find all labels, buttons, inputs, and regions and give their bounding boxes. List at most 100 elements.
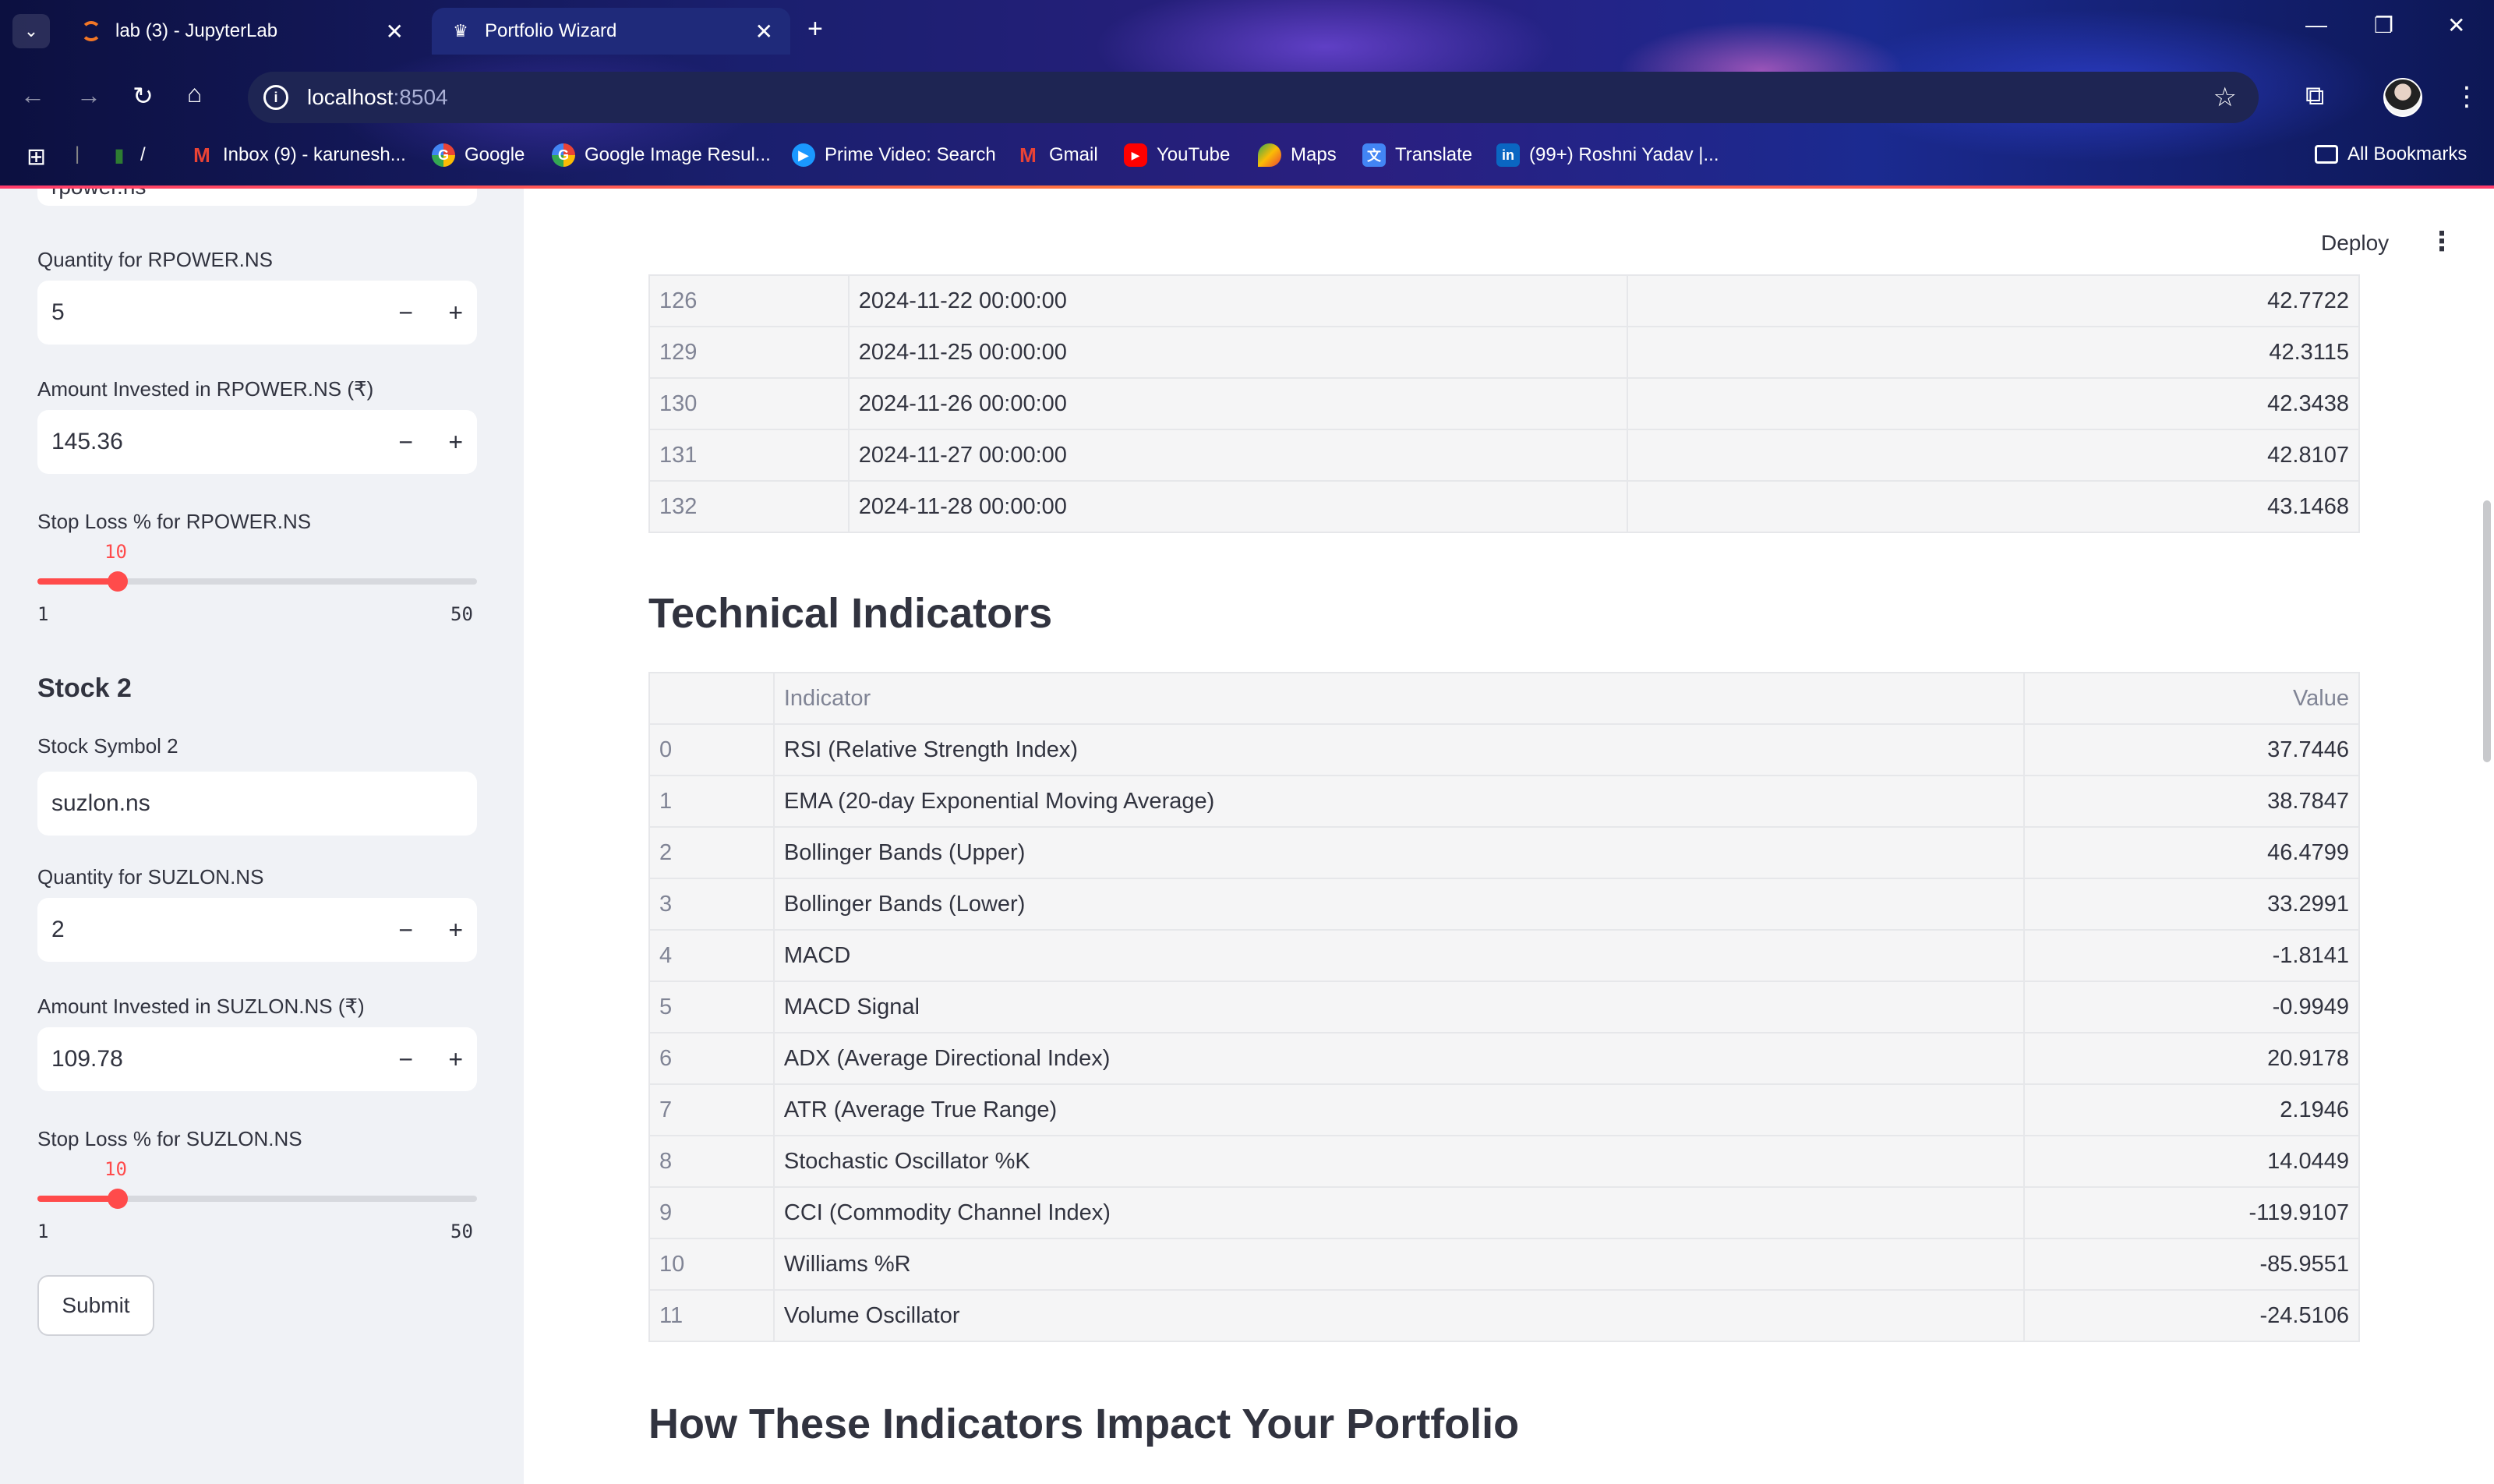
bookmark-maps[interactable]: Maps xyxy=(1258,143,1337,167)
browser-menu-icon[interactable]: ⋮ xyxy=(2453,81,2480,112)
cell-date: 2024-11-27 00:00:00 xyxy=(847,429,1628,482)
slider-max: 50 xyxy=(450,603,473,625)
table-row: 132 2024-11-28 00:00:00 43.1468 xyxy=(648,480,2361,533)
bookmark-google-image[interactable]: G Google Image Resul... xyxy=(552,143,771,167)
stock2-qty-label: Quantity for SUZLON.NS xyxy=(37,865,264,889)
jupyter-icon xyxy=(79,19,103,43)
restore-icon: ❐ xyxy=(2374,13,2394,37)
stock2-amount-value: 109.78 xyxy=(51,1046,123,1072)
plus-icon[interactable]: + xyxy=(448,1045,463,1074)
stock2-stoploss-slider[interactable] xyxy=(37,1189,477,1209)
tab-search-button[interactable]: ⌄ xyxy=(12,14,50,48)
table-row: 9 CCI (Commodity Channel Index) -119.9107 xyxy=(648,1186,2360,1239)
bookmark-gmail[interactable]: M Gmail xyxy=(1016,143,1098,167)
stock2-symbol-label: Stock Symbol 2 xyxy=(37,734,178,758)
bookmark-folder-slash[interactable]: ▮ / xyxy=(108,143,145,167)
stock1-qty-label: Quantity for RPOWER.NS xyxy=(37,248,273,271)
stock1-amount-input[interactable]: 145.36 − + xyxy=(37,410,477,474)
cell-idx: 132 xyxy=(648,480,850,533)
main-menu-icon[interactable]: ⋮ xyxy=(2429,226,2455,257)
bookmark-star-icon[interactable]: ☆ xyxy=(2213,82,2237,113)
stock1-stoploss-value: 10 xyxy=(104,541,127,563)
cell-value: -1.8141 xyxy=(2023,929,2360,982)
forward-button[interactable]: → xyxy=(76,81,101,110)
bookmark-youtube[interactable]: ▶ YouTube xyxy=(1124,143,1230,167)
gmail-icon: M xyxy=(1019,143,1037,167)
address-bar[interactable]: i localhost:8504 ☆ xyxy=(248,72,2259,123)
table-row: 129 2024-11-25 00:00:00 42.3115 xyxy=(648,326,2361,379)
main-header xyxy=(524,189,2494,282)
cell-indicator: ADX (Average Directional Index) xyxy=(772,1032,2026,1085)
cell-value: 42.3115 xyxy=(1626,326,2361,379)
browser-tab-jupyterlab[interactable]: lab (3) - JupyterLab ✕ xyxy=(62,8,421,55)
stock2-amount-input[interactable]: 109.78 − + xyxy=(37,1027,477,1091)
minus-icon[interactable]: − xyxy=(398,428,413,457)
table-row: 131 2024-11-27 00:00:00 42.8107 xyxy=(648,429,2361,482)
table-row: 7 ATR (Average True Range) 2.1946 xyxy=(648,1083,2360,1136)
close-icon[interactable]: ✕ xyxy=(386,19,404,44)
stock1-stoploss-label: Stop Loss % for RPOWER.NS xyxy=(37,510,312,533)
tab-label: lab (3) - JupyterLab xyxy=(115,20,278,41)
slider-fill xyxy=(37,1196,118,1202)
close-icon[interactable]: ✕ xyxy=(755,19,773,44)
stock2-symbol-value: suzlon.ns xyxy=(51,790,150,816)
minimize-icon: — xyxy=(2305,12,2327,37)
cell-idx: 6 xyxy=(648,1032,775,1085)
cell-indicator: Bollinger Bands (Upper) xyxy=(772,826,2026,879)
slider-thumb[interactable] xyxy=(108,1189,128,1209)
cell-value: 14.0449 xyxy=(2023,1135,2360,1188)
bookmark-google[interactable]: G Google xyxy=(432,143,525,167)
minus-icon[interactable]: − xyxy=(398,299,413,327)
extensions-icon[interactable]: ⧉ xyxy=(2305,81,2324,111)
cell-value: 37.7446 xyxy=(2023,723,2360,776)
cell-indicator: RSI (Relative Strength Index) xyxy=(772,723,2026,776)
plus-icon[interactable]: + xyxy=(448,428,463,457)
cell-idx: 0 xyxy=(648,723,775,776)
gmail-icon: M xyxy=(193,143,210,167)
stock2-symbol-input[interactable]: suzlon.ns xyxy=(37,772,477,836)
bookmark-inbox[interactable]: M Inbox (9) - karunesh... xyxy=(190,143,406,167)
cell-indicator: CCI (Commodity Channel Index) xyxy=(772,1186,2026,1239)
stock1-symbol-input[interactable]: rpower.ns xyxy=(37,189,477,206)
all-bookmarks[interactable]: All Bookmarks xyxy=(2315,143,2467,165)
plus-icon[interactable]: + xyxy=(448,916,463,945)
reload-icon: ↻ xyxy=(132,82,154,110)
deploy-button[interactable]: Deploy xyxy=(2321,231,2389,256)
stock1-stoploss-slider[interactable] xyxy=(37,571,477,592)
bookmark-translate[interactable]: 文 Translate xyxy=(1362,143,1472,167)
restore-button[interactable]: ❐ xyxy=(2374,12,2393,38)
plus-icon: + xyxy=(807,14,823,44)
bookmark-favicon-icon: ▮ xyxy=(114,144,125,166)
cell-idx: 11 xyxy=(648,1289,775,1342)
home-button[interactable]: ⌂ xyxy=(187,80,202,108)
arrow-left-icon: ← xyxy=(20,81,45,109)
bookmark-prime-video[interactable]: ▶ Prime Video: Search xyxy=(792,143,996,167)
close-window-button[interactable]: ✕ xyxy=(2447,12,2465,38)
new-tab-button[interactable]: + xyxy=(807,14,823,44)
submit-button[interactable]: Submit xyxy=(37,1275,154,1336)
arrow-right-icon: → xyxy=(76,81,101,109)
table-row: 8 Stochastic Oscillator %K 14.0449 xyxy=(648,1135,2360,1188)
profile-avatar[interactable] xyxy=(2383,78,2422,117)
minimize-button[interactable]: — xyxy=(2305,12,2327,37)
browser-tab-portfolio-wizard[interactable]: ♛ Portfolio Wizard ✕ xyxy=(432,8,790,55)
value-header: Value xyxy=(2023,672,2360,725)
main-scrollbar[interactable] xyxy=(2483,500,2491,762)
stock1-qty-input[interactable]: 5 − + xyxy=(37,281,477,344)
cell-idx: 4 xyxy=(648,929,775,982)
plus-icon[interactable]: + xyxy=(448,299,463,327)
minus-icon[interactable]: − xyxy=(398,916,413,945)
slider-min: 1 xyxy=(37,1221,49,1242)
stock2-qty-input[interactable]: 2 − + xyxy=(37,898,477,962)
stock1-amount-label: Amount Invested in RPOWER.NS (₹) xyxy=(37,377,374,401)
site-info-icon[interactable]: i xyxy=(263,85,288,110)
slider-thumb[interactable] xyxy=(108,571,128,592)
table-row: 3 Bollinger Bands (Lower) 33.2991 xyxy=(648,878,2360,931)
minus-icon[interactable]: − xyxy=(398,1045,413,1074)
apps-grid-icon[interactable]: ⊞ xyxy=(26,143,46,171)
bookmark-linkedin[interactable]: in (99+) Roshni Yadav |... xyxy=(1496,143,1719,167)
reload-button[interactable]: ↻ xyxy=(132,81,154,111)
cell-value: 42.7722 xyxy=(1626,274,2361,327)
back-button[interactable]: ← xyxy=(20,81,45,110)
table-row: 130 2024-11-26 00:00:00 42.3438 xyxy=(648,377,2361,430)
